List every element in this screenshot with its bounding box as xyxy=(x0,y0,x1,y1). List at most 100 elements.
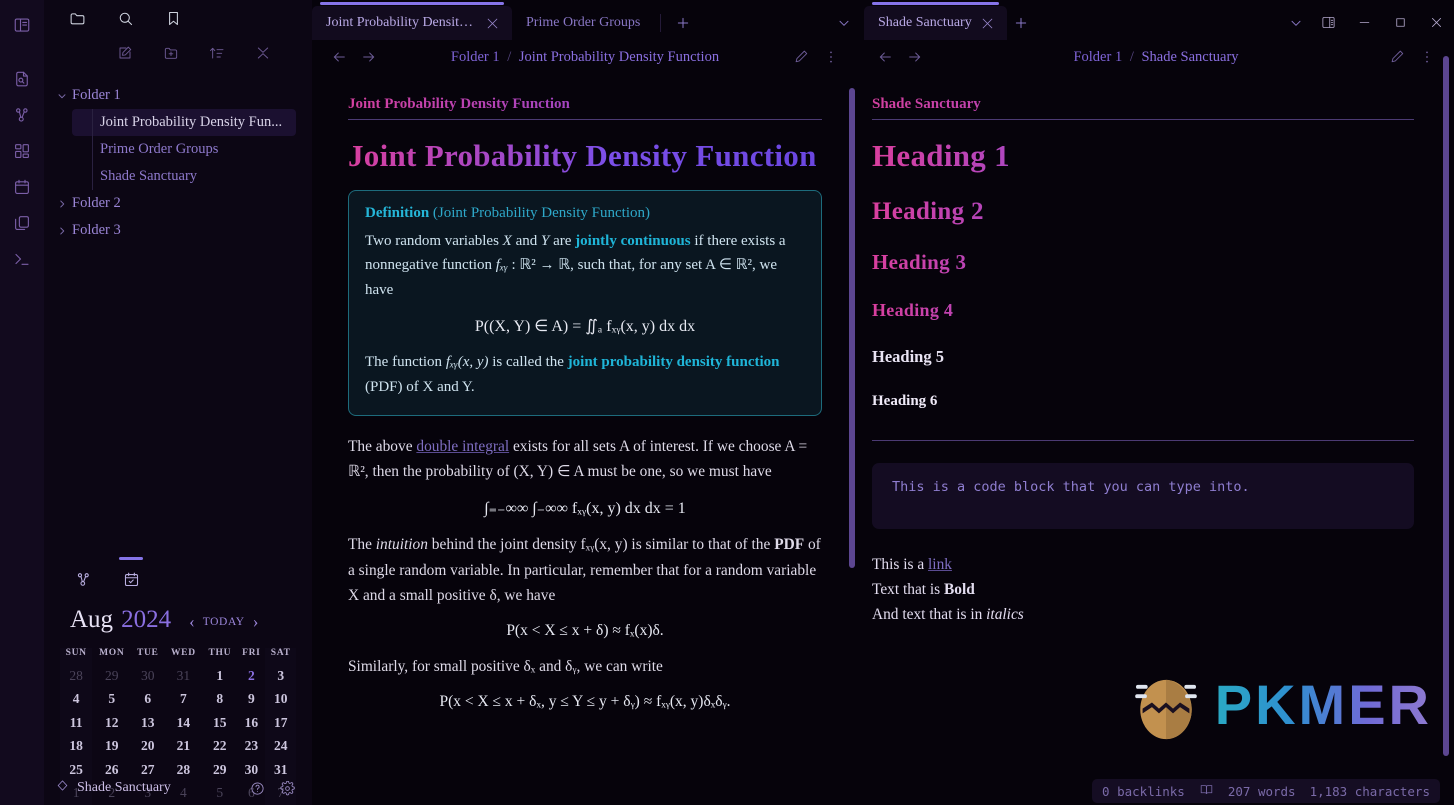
breadcrumb-folder[interactable]: Folder 1 xyxy=(1073,49,1122,65)
inline-link-joint-pdf[interactable]: joint probability density function xyxy=(568,354,780,370)
vault-name[interactable]: Shade Sanctuary xyxy=(77,780,238,796)
help-icon[interactable] xyxy=(246,777,268,799)
internal-link-double-integral[interactable]: double integral xyxy=(416,438,509,455)
tab-list-chevron-down-icon[interactable] xyxy=(1282,9,1310,37)
calendar-day[interactable]: 1 xyxy=(202,664,237,688)
new-folder-button[interactable] xyxy=(161,43,181,63)
more-options-icon[interactable] xyxy=(1414,44,1440,70)
code-block[interactable]: This is a code block that you can type i… xyxy=(872,463,1414,529)
inline-link-jointly-continuous[interactable]: jointly continuous xyxy=(575,233,690,249)
character-count[interactable]: 1,183 characters xyxy=(1310,784,1430,799)
calendar-day[interactable]: 14 xyxy=(164,711,202,735)
word-count[interactable]: 207 words xyxy=(1228,784,1296,799)
chevron-right-icon[interactable] xyxy=(52,198,72,210)
tab-prime-order-groups[interactable]: Prime Order Groups xyxy=(512,6,652,40)
calendar-day[interactable]: 7 xyxy=(164,688,202,712)
tab-joint-probability-density-function[interactable]: Joint Probability Density ... xyxy=(312,2,512,40)
outgoing-links-tab[interactable] xyxy=(70,566,96,592)
scrollbar-right-pane[interactable] xyxy=(1443,56,1449,756)
external-link[interactable]: link xyxy=(928,556,952,573)
forward-arrow-icon[interactable] xyxy=(902,44,928,70)
edit-pencil-icon[interactable] xyxy=(1384,44,1410,70)
calendar-day[interactable]: 10 xyxy=(265,687,296,711)
calendar-day[interactable]: 19 xyxy=(92,735,131,759)
chevron-right-icon[interactable] xyxy=(52,225,72,237)
tree-folder-folder-1[interactable]: Folder 1 xyxy=(44,82,312,109)
calendar-next-button[interactable]: › xyxy=(253,613,259,630)
tree-file-joint-probability-density-fun[interactable]: Joint Probability Density Fun... xyxy=(72,109,296,136)
calendar-day[interactable]: 29 xyxy=(92,664,131,688)
calendar-week-row: 28 29 30 31 1 2 3 xyxy=(60,664,296,688)
calendar-day[interactable]: 31 xyxy=(164,664,202,688)
right-sidebar-toggle-icon[interactable] xyxy=(1310,7,1346,37)
sort-order-button[interactable] xyxy=(207,43,227,63)
calendar-today-button[interactable]: TODAY xyxy=(203,616,245,628)
calendar-day[interactable]: 23 xyxy=(237,735,265,759)
new-tab-button[interactable] xyxy=(1007,9,1035,37)
tree-file-shade-sanctuary[interactable]: Shade Sanctuary xyxy=(44,163,312,190)
new-note-button[interactable] xyxy=(115,43,135,63)
calendar-day[interactable]: 8 xyxy=(202,688,237,712)
callout-paragraph-2: The function fₓᵧ(x, y) is called the joi… xyxy=(365,350,805,399)
tab-shade-sanctuary[interactable]: Shade Sanctuary xyxy=(864,2,1007,40)
paragraph-italics: And text that is in italics xyxy=(872,603,1414,628)
calendar-day[interactable]: 5 xyxy=(92,688,131,712)
file-search-icon[interactable] xyxy=(5,62,39,96)
tree-file-prime-order-groups[interactable]: Prime Order Groups xyxy=(44,136,312,163)
chevron-down-icon[interactable] xyxy=(52,90,72,102)
forward-arrow-icon[interactable] xyxy=(356,44,382,70)
calendar-day[interactable]: 4 xyxy=(60,687,93,711)
calendar-weekday-mon: MON xyxy=(99,648,125,658)
calendar-day[interactable]: 20 xyxy=(131,735,164,759)
book-open-icon[interactable] xyxy=(1199,783,1214,799)
document-left[interactable]: Joint Probability Density Function Joint… xyxy=(312,74,858,805)
sidebar-item-search[interactable] xyxy=(112,5,138,31)
calendar-day[interactable]: 9 xyxy=(237,688,265,712)
minimize-icon[interactable] xyxy=(1346,7,1382,37)
vault-switcher-icon[interactable] xyxy=(56,779,69,797)
sidebar-item-bookmarks[interactable] xyxy=(160,5,186,31)
calendar-day[interactable]: 16 xyxy=(237,711,265,735)
calendar-day[interactable]: 22 xyxy=(202,735,237,759)
more-options-icon[interactable] xyxy=(818,44,844,70)
calendar-day[interactable]: 3 xyxy=(265,664,296,688)
calendar-day[interactable]: 6 xyxy=(131,688,164,712)
calendar-day[interactable]: 18 xyxy=(60,734,93,758)
maximize-icon[interactable] xyxy=(1382,7,1418,37)
tree-folder-folder-2[interactable]: Folder 2 xyxy=(44,190,312,217)
tab-list-chevron-down-icon[interactable] xyxy=(830,9,858,37)
calendar-day[interactable]: 21 xyxy=(164,735,202,759)
calendar-day[interactable]: 11 xyxy=(60,711,93,735)
breadcrumb-folder[interactable]: Folder 1 xyxy=(451,49,500,65)
close-icon[interactable] xyxy=(485,16,500,31)
sidebar-toggle-icon[interactable] xyxy=(5,8,39,42)
calendar-day[interactable]: 17 xyxy=(265,711,296,735)
calendar-day[interactable]: 28 xyxy=(60,664,93,688)
gear-icon[interactable] xyxy=(276,777,298,799)
calendar-icon[interactable] xyxy=(5,170,39,204)
backlink-count[interactable]: 0 backlinks xyxy=(1102,784,1185,799)
calendar-day[interactable]: 30 xyxy=(131,664,164,688)
calendar-day[interactable]: 15 xyxy=(202,711,237,735)
calendar-tab[interactable] xyxy=(118,557,144,592)
calendar-day[interactable]: 13 xyxy=(131,711,164,735)
back-arrow-icon[interactable] xyxy=(872,44,898,70)
tree-folder-folder-3[interactable]: Folder 3 xyxy=(44,217,312,244)
graph-view-icon[interactable] xyxy=(5,98,39,132)
scrollbar-left-pane[interactable] xyxy=(849,88,855,568)
calendar-prev-button[interactable]: ‹ xyxy=(189,613,195,630)
tab-label: Joint Probability Density ... xyxy=(326,15,477,30)
back-arrow-icon[interactable] xyxy=(326,44,352,70)
calendar-day[interactable]: 2 xyxy=(237,664,265,688)
templates-copy-icon[interactable] xyxy=(5,206,39,240)
collapse-all-button[interactable] xyxy=(253,43,273,63)
terminal-icon[interactable] xyxy=(5,242,39,276)
calendar-day[interactable]: 12 xyxy=(92,711,131,735)
edit-pencil-icon[interactable] xyxy=(788,44,814,70)
close-icon[interactable] xyxy=(1418,7,1454,37)
close-icon[interactable] xyxy=(980,16,995,31)
new-tab-button[interactable] xyxy=(669,9,697,37)
sidebar-item-files[interactable] xyxy=(64,5,90,31)
bases-grid-icon[interactable] xyxy=(5,134,39,168)
calendar-day[interactable]: 24 xyxy=(265,734,296,758)
